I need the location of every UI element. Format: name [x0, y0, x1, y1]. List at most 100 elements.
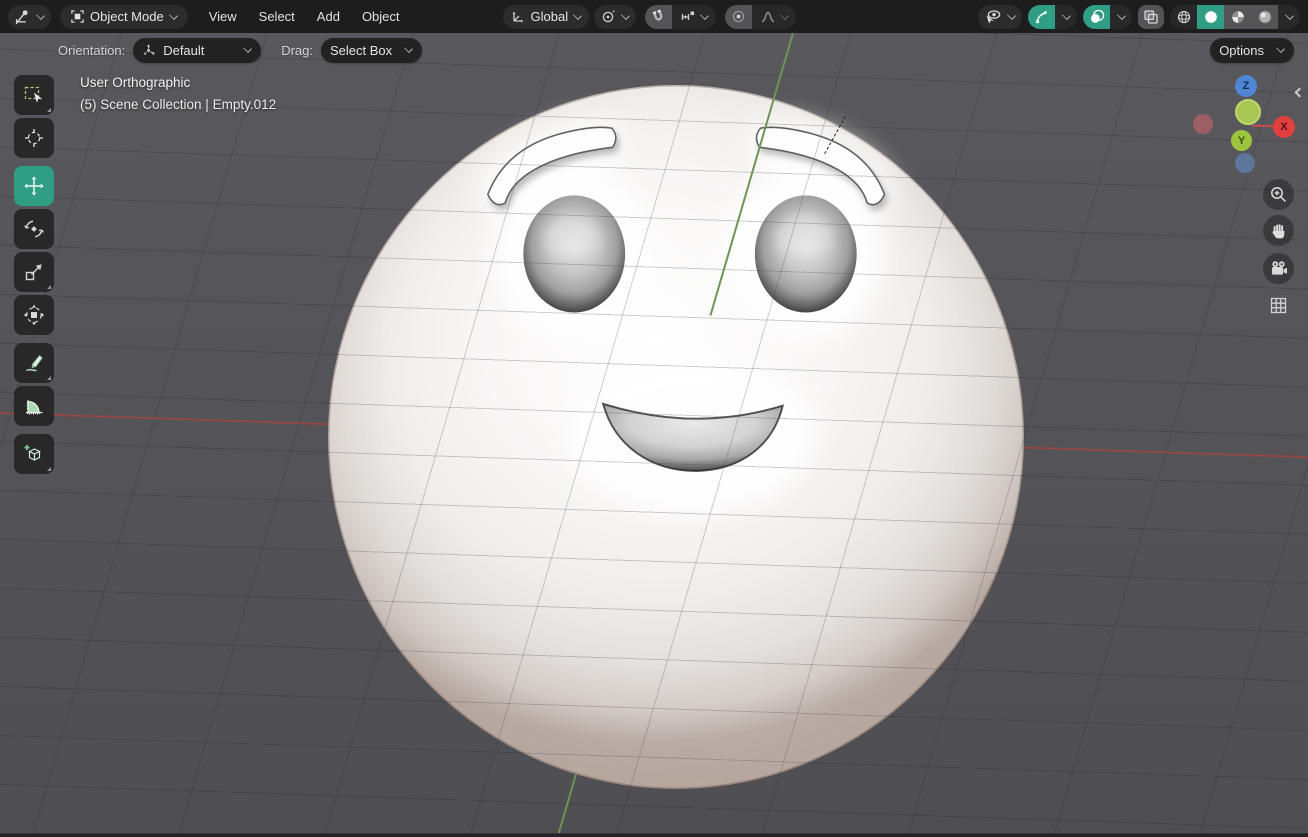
- chevron-down-icon: [404, 44, 414, 53]
- mode-select[interactable]: Object Mode: [60, 4, 188, 29]
- menu-add[interactable]: Add: [306, 9, 351, 24]
- tool-settings-bar: Orientation: Default Drag: Select Box Op…: [0, 36, 1308, 64]
- snap-increment-icon: [680, 9, 696, 25]
- pivot-point-select[interactable]: [594, 4, 637, 29]
- gizmo-dropdown[interactable]: [1055, 4, 1077, 29]
- chevron-down-icon: [1276, 44, 1285, 53]
- subtool-indicator: [47, 467, 51, 471]
- shading-wireframe-button[interactable]: [1170, 4, 1197, 29]
- gizmo-axis-neg-z[interactable]: [1235, 153, 1255, 173]
- menu-object[interactable]: Object: [351, 9, 411, 24]
- pan-button[interactable]: [1263, 215, 1294, 246]
- orientation-value: Default: [163, 42, 205, 58]
- transform-orientation-label: Global: [530, 9, 569, 24]
- gizmo-axis-y-front[interactable]: [1235, 99, 1261, 125]
- shading-dropdown[interactable]: [1278, 4, 1300, 29]
- overlays-dropdown[interactable]: [1110, 4, 1132, 29]
- chevron-down-icon: [243, 44, 253, 53]
- material-preview-icon: [1230, 9, 1246, 25]
- camera-view-button[interactable]: [1263, 253, 1294, 284]
- drag-dropdown[interactable]: Select Box: [321, 37, 423, 63]
- subtool-indicator: [47, 376, 51, 380]
- chevron-down-icon: [168, 10, 178, 20]
- proportional-falloff-select[interactable]: [752, 4, 797, 29]
- menu-view[interactable]: View: [198, 9, 248, 24]
- zoom-button[interactable]: [1263, 179, 1294, 210]
- orientation-axes-icon: [510, 9, 526, 25]
- shading-material-button[interactable]: [1224, 4, 1251, 29]
- xray-toggle[interactable]: [1138, 4, 1164, 29]
- options-label: Options: [1219, 42, 1264, 58]
- overlays-icon: [1089, 9, 1105, 25]
- show-overlays-toggle[interactable]: [1083, 4, 1110, 29]
- proportional-edit-group: [725, 4, 797, 29]
- transform-orientation-select[interactable]: Global: [502, 4, 590, 29]
- gizmo-axis-x[interactable]: X: [1273, 116, 1295, 138]
- options-dropdown[interactable]: Options: [1210, 37, 1294, 63]
- xray-icon: [1143, 9, 1159, 25]
- orientation-default-icon: [142, 43, 157, 58]
- menu-select[interactable]: Select: [248, 9, 306, 24]
- show-gizmo-toggle[interactable]: [1028, 4, 1055, 29]
- tool-move[interactable]: [14, 166, 54, 206]
- ortho-grid-button[interactable]: [1263, 290, 1294, 321]
- subtool-indicator: [47, 285, 51, 289]
- proportional-editing-icon: [731, 9, 746, 24]
- tool-select-box[interactable]: [14, 75, 54, 115]
- shading-rendered-button[interactable]: [1251, 4, 1278, 29]
- gizmo-icon: [1034, 9, 1050, 25]
- tool-add-cube[interactable]: [14, 434, 54, 474]
- subtool-indicator: [47, 108, 51, 112]
- snap-magnet-icon: [651, 9, 666, 24]
- viewport-header: Object Mode View Select Add Object Globa…: [0, 0, 1308, 33]
- gizmo-axis-z[interactable]: Z: [1235, 75, 1257, 97]
- tool-rotate[interactable]: [14, 209, 54, 249]
- view-info: User Orthographic (5) Scene Collection |…: [80, 75, 276, 112]
- proportional-falloff-icon: [760, 9, 776, 25]
- object-mode-icon: [70, 9, 85, 24]
- tool-shelf: [14, 75, 54, 477]
- menu-bar: View Select Add Object: [198, 9, 411, 24]
- pan-hand-icon: [1270, 222, 1288, 240]
- chevron-down-icon: [36, 10, 45, 20]
- smiley-face-sphere[interactable]: [328, 85, 1024, 789]
- orientation-dropdown[interactable]: Default: [133, 37, 262, 63]
- snap-toggle[interactable]: [645, 4, 673, 29]
- solid-shading-icon: [1203, 9, 1219, 25]
- tool-cursor[interactable]: [14, 118, 54, 158]
- blender-window: Object Mode View Select Add Object Globa…: [0, 0, 1308, 837]
- sidebar-collapse-arrow[interactable]: [1294, 83, 1306, 101]
- y-axis-line-lower: [556, 774, 577, 837]
- mode-select-label: Object Mode: [90, 9, 164, 24]
- chevron-down-icon: [1284, 10, 1294, 20]
- view-perspective-label: User Orthographic: [80, 75, 191, 90]
- chevron-down-icon: [621, 10, 631, 20]
- viewport-3d[interactable]: Orientation: Default Drag: Select Box Op…: [0, 33, 1308, 837]
- tool-scale[interactable]: [14, 252, 54, 292]
- rendered-shading-icon: [1257, 9, 1273, 25]
- tool-measure[interactable]: [14, 386, 54, 426]
- chevron-down-icon: [573, 10, 583, 20]
- orientation-label: Orientation:: [58, 42, 126, 58]
- status-bar-edge: [0, 833, 1308, 837]
- 3d-viewport-editor-icon: [14, 8, 31, 25]
- header-right-cluster: [978, 4, 1300, 29]
- gizmo-axis-neg-x[interactable]: [1193, 114, 1213, 134]
- chevron-down-icon: [699, 10, 709, 20]
- proportional-editing-toggle[interactable]: [725, 4, 753, 29]
- object-visibility-select[interactable]: [978, 4, 1022, 29]
- tool-annotate[interactable]: [14, 343, 54, 383]
- gizmo-axis-y[interactable]: Y: [1231, 130, 1252, 151]
- breadcrumb: (5) Scene Collection | Empty.012: [80, 97, 277, 112]
- editor-type-select[interactable]: [8, 4, 51, 29]
- chevron-down-icon: [1116, 10, 1126, 20]
- grid-ortho-icon: [1269, 296, 1288, 315]
- tool-transform[interactable]: [14, 295, 54, 335]
- chevron-down-icon: [779, 10, 789, 20]
- drag-value: Select Box: [330, 42, 393, 58]
- snap-target-select[interactable]: [672, 4, 717, 29]
- chevron-down-icon: [1007, 10, 1016, 20]
- shading-solid-button[interactable]: [1197, 4, 1224, 29]
- drag-label: Drag:: [281, 42, 313, 58]
- overlays-group: [1083, 4, 1132, 29]
